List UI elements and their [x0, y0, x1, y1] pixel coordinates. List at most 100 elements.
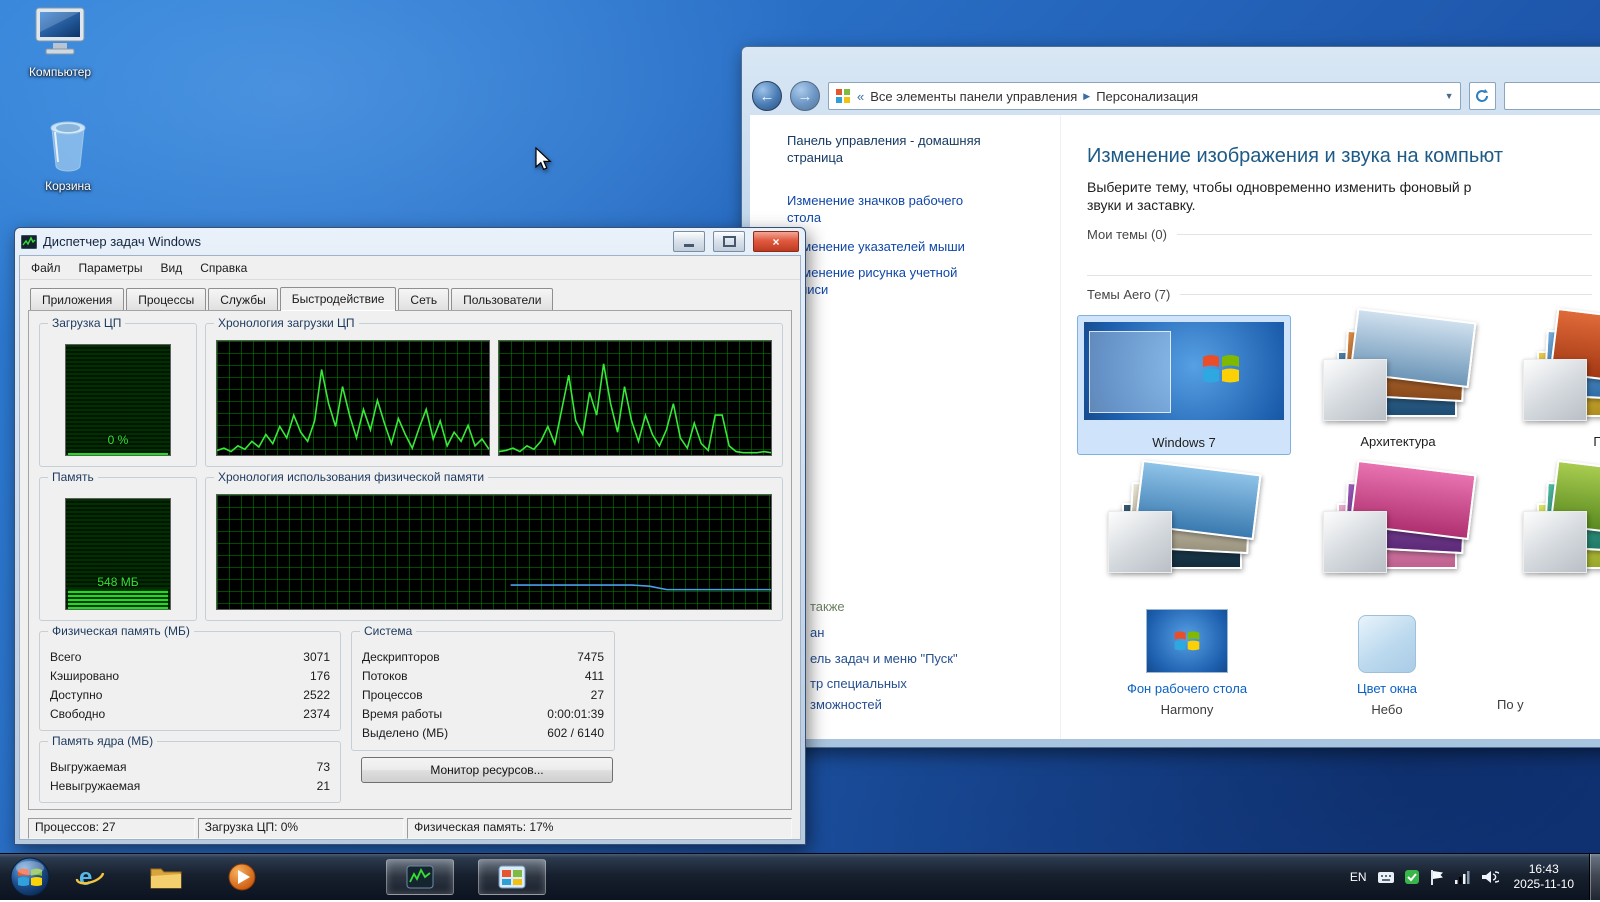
footer-window-color[interactable]: Цвет окна Небо: [1287, 607, 1487, 717]
footer-desktop-background[interactable]: Фон рабочего стола Harmony: [1087, 607, 1287, 717]
input-keyboard-icon[interactable]: [1377, 871, 1394, 884]
memory-meter: 548 МБ: [65, 498, 171, 610]
refresh-button[interactable]: [1468, 82, 1496, 110]
forward-button[interactable]: →: [790, 81, 820, 111]
taskbar-clock[interactable]: 16:43 2025-11-10: [1514, 862, 1575, 892]
close-button[interactable]: ×: [753, 231, 799, 252]
system-tray: EN 16:43 2025-11-10: [1350, 854, 1574, 900]
stat-label: Выгружаемая: [50, 760, 127, 774]
stat-row: Выгружаемая 73: [50, 758, 330, 777]
theme-characters[interactable]: П: [1503, 307, 1600, 453]
task-manager-titlebar[interactable]: Диспетчер задач Windows ×: [19, 228, 801, 255]
tab-performance[interactable]: Быстродействие: [279, 287, 397, 311]
search-input[interactable]: [1503, 82, 1600, 110]
sidebar-link-account-picture[interactable]: Изменение рисунка учетной записи: [787, 265, 992, 299]
menu-help[interactable]: Справка: [191, 258, 256, 278]
taskbar-media-player-button[interactable]: [216, 859, 268, 895]
theme-architecture[interactable]: Архитектура: [1303, 307, 1493, 453]
kernel-memory-rows: Выгружаемая 73 Невыгружаемая 21: [40, 758, 340, 796]
back-button[interactable]: ←: [752, 81, 782, 111]
sidebar-link-ease-of-access-fragment2[interactable]: зможностей: [810, 697, 882, 712]
section-rule: [1176, 234, 1592, 235]
address-bar[interactable]: « Все элементы панели управления ▶ Персо…: [828, 82, 1461, 110]
section-my-themes: Мои темы (0): [1087, 227, 1592, 242]
section-rule: [1180, 294, 1592, 295]
tab-applications[interactable]: Приложения: [30, 288, 125, 310]
stat-label: Доступно: [50, 688, 103, 702]
group-label: Система: [360, 624, 417, 638]
breadcrumb-separator-icon[interactable]: ▶: [1083, 91, 1090, 102]
volume-icon[interactable]: [1481, 870, 1499, 884]
language-indicator[interactable]: EN: [1350, 870, 1367, 884]
taskbar-control-panel-button[interactable]: [478, 859, 546, 895]
window-color-link[interactable]: Цвет окна: [1287, 681, 1487, 696]
stat-label: Свободно: [50, 707, 106, 721]
breadcrumb-item[interactable]: Все элементы панели управления: [870, 89, 1077, 104]
theme-landscapes[interactable]: [1077, 459, 1289, 587]
personalization-titlebar[interactable]: [742, 47, 1600, 77]
desktop-icon-label: Корзина: [45, 179, 91, 193]
windows-flag-icon: [1174, 631, 1200, 651]
theme-flowers[interactable]: [1303, 459, 1493, 587]
action-center-flag-icon[interactable]: [1430, 869, 1444, 885]
address-dropdown-icon[interactable]: ▼: [1445, 91, 1454, 101]
taskbar-ie-button[interactable]: e: [64, 859, 116, 895]
cpu-usage-meter: 0 %: [65, 344, 171, 456]
breadcrumb-chevron-icon[interactable]: «: [857, 89, 864, 104]
desktop-icon-computer[interactable]: Компьютер: [12, 6, 108, 79]
stat-row: Свободно 2374: [50, 705, 330, 724]
tab-strip: Приложения Процессы Службы Быстродействи…: [20, 280, 800, 311]
desktop-background-link[interactable]: Фон рабочего стола: [1087, 681, 1287, 696]
taskbar: e EN 16:43 2025-11-10: [0, 853, 1600, 900]
theme-nature[interactable]: [1503, 459, 1600, 587]
sidebar-link-ease-of-access-fragment[interactable]: тр специальных: [810, 676, 907, 691]
tab-users[interactable]: Пользователи: [451, 288, 554, 310]
taskbar-task-manager-button[interactable]: [386, 859, 454, 895]
window-color-value: Небо: [1371, 702, 1403, 717]
theme-windows7[interactable]: Windows 7: [1077, 315, 1291, 455]
tab-services[interactable]: Службы: [208, 288, 278, 310]
menu-options[interactable]: Параметры: [70, 258, 152, 278]
section-my-themes-label: Мои темы (0): [1087, 227, 1167, 242]
menu-bar: Файл Параметры Вид Справка: [20, 256, 800, 280]
performance-page: Загрузка ЦП 0 % Хронология загрузки ЦП П…: [28, 310, 792, 810]
breadcrumb-item[interactable]: Персонализация: [1096, 89, 1198, 104]
tab-processes[interactable]: Процессы: [126, 288, 207, 310]
page-title: Изменение изображения и звука на компьют: [1087, 145, 1504, 167]
windows-flag-icon: [1203, 355, 1239, 383]
menu-view[interactable]: Вид: [151, 258, 191, 278]
group-label: Память ядра (МБ): [48, 734, 158, 748]
theme-characters-thumbnail: [1523, 307, 1600, 421]
sidebar-see-also-fragment: также: [810, 599, 845, 614]
sidebar-link-desktop-icons[interactable]: Изменение значков рабочего стола: [787, 193, 992, 227]
stat-label: Потоков: [362, 669, 408, 683]
folder-icon: [150, 868, 182, 889]
start-button[interactable]: [10, 857, 50, 897]
sidebar-link-taskbar-fragment[interactable]: ель задач и меню "Пуск": [810, 651, 958, 666]
stat-label: Выделено (МБ): [362, 726, 449, 740]
taskbar-explorer-button[interactable]: [140, 859, 192, 895]
desktop-icon-recycle-bin[interactable]: Корзина: [20, 116, 116, 193]
minimize-button[interactable]: [673, 231, 705, 252]
maximize-button[interactable]: [713, 231, 745, 252]
update-status-icon[interactable]: [1404, 870, 1419, 884]
internet-explorer-icon: e: [75, 864, 105, 891]
cpu-meter-fill: [68, 453, 168, 455]
cpu-usage-value: 0 %: [107, 433, 129, 447]
task-manager-app-icon: [21, 234, 37, 249]
memory-history-graph: [216, 494, 772, 610]
mouse-cursor: [535, 147, 552, 171]
stat-value: 27: [590, 688, 604, 702]
menu-file[interactable]: Файл: [22, 258, 70, 278]
memory-meter-fill: [68, 589, 168, 609]
stat-row: Кэшировано 176: [50, 667, 330, 686]
sidebar-home-link[interactable]: Панель управления - домашняя страница: [787, 133, 992, 167]
network-icon[interactable]: [1454, 870, 1471, 884]
sidebar-link-mouse-pointers[interactable]: Изменение указателей мыши: [787, 239, 992, 256]
tab-networking[interactable]: Сеть: [398, 288, 450, 310]
resource-monitor-button[interactable]: Монитор ресурсов...: [361, 757, 613, 783]
show-desktop-button[interactable]: [1589, 854, 1600, 900]
desktop: Компьютер Корзина ← → « Все элементы пан…: [0, 0, 1600, 900]
system-rows: Дескрипторов 7475 Потоков 411 Процессов 27 …: [352, 648, 614, 743]
sidebar-link-display-fragment[interactable]: ан: [810, 625, 824, 640]
